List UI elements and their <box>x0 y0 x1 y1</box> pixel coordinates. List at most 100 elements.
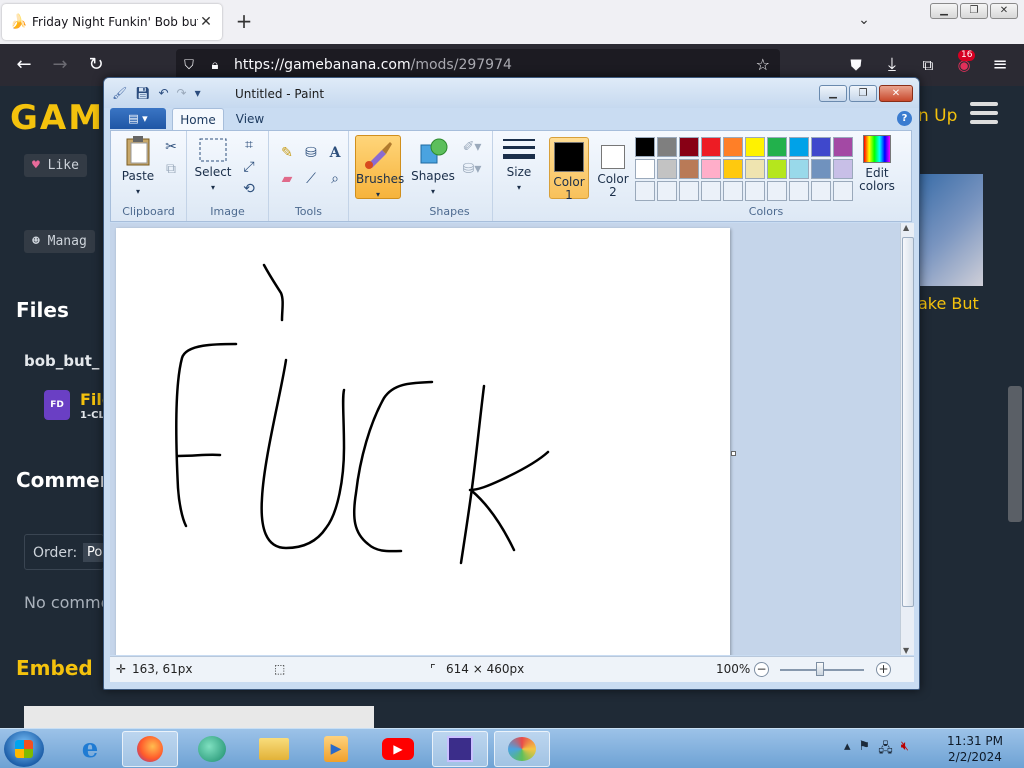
shield-icon[interactable]: ⛉ <box>176 58 202 73</box>
palette-swatch[interactable] <box>811 181 831 201</box>
list-all-tabs-button[interactable]: ⌄ <box>852 12 876 32</box>
palette-swatch[interactable] <box>701 137 721 157</box>
tab-home[interactable]: Home <box>172 108 224 130</box>
palette-swatch[interactable] <box>745 137 765 157</box>
color1-button[interactable]: Color 1 <box>549 137 589 202</box>
app-window-icon[interactable] <box>432 731 488 767</box>
file-name[interactable]: bob_but_ <box>24 352 99 370</box>
palette-swatch[interactable] <box>723 137 743 157</box>
lock-icon[interactable]: 🔒︎ <box>202 58 228 73</box>
browser-tab[interactable]: 🍌 Friday Night Funkin' Bob but W ✕ <box>2 4 222 40</box>
magnifier-icon[interactable]: ⌕ <box>325 169 345 189</box>
paint-app-icon[interactable]: 🖌 <box>112 86 127 100</box>
palette-swatch[interactable] <box>833 137 853 157</box>
brushes-button[interactable]: Brushes ▾ <box>355 135 404 199</box>
crop-icon[interactable]: ⌗ <box>239 135 259 155</box>
paint-minimize-button[interactable]: ▁ <box>819 85 847 102</box>
back-icon[interactable]: ← <box>12 53 36 77</box>
palette-swatch[interactable] <box>657 181 677 201</box>
pocket-icon[interactable]: ⛊ <box>844 53 868 77</box>
help-icon[interactable]: ? <box>897 111 912 126</box>
save-icon[interactable]: 💾︎ <box>135 86 150 100</box>
drawing-canvas[interactable] <box>116 228 730 655</box>
palette-swatch[interactable] <box>679 137 699 157</box>
show-hidden-icons-icon[interactable]: ▴ <box>844 739 851 761</box>
paint-titlebar[interactable]: 🖌 💾︎ ↶ ↷ ▾ Untitled - Paint ▁ ❐ ✕ <box>104 78 919 108</box>
undo-icon[interactable]: ↶ <box>158 86 168 100</box>
hamburger-menu-icon[interactable] <box>970 102 998 128</box>
paint-taskbar-icon[interactable] <box>494 731 550 767</box>
zoom-in-button[interactable]: + <box>876 662 891 677</box>
start-button[interactable] <box>4 731 44 767</box>
palette-swatch[interactable] <box>811 159 831 179</box>
size-button[interactable]: Size ▾ <box>499 137 539 193</box>
resize-icon[interactable]: ⤢ <box>239 157 259 177</box>
canvas-resize-handle[interactable] <box>731 451 736 456</box>
edit-colors-button[interactable]: Edit colors <box>857 133 897 193</box>
close-window-button[interactable]: ✕ <box>990 3 1018 19</box>
manage-button[interactable]: ☻ Manag <box>24 230 95 253</box>
palette-swatch[interactable] <box>657 137 677 157</box>
paint-maximize-button[interactable]: ❐ <box>849 85 877 102</box>
youtube-icon[interactable]: ▶ <box>370 731 426 767</box>
copy-icon[interactable]: ⧉ <box>161 159 181 179</box>
page-scrollbar[interactable] <box>1008 386 1022 522</box>
palette-swatch[interactable] <box>767 137 787 157</box>
palette-swatch[interactable] <box>811 137 831 157</box>
palette-swatch[interactable] <box>635 181 655 201</box>
menu-icon[interactable]: ≡ <box>988 53 1012 77</box>
scroll-up-icon[interactable]: ▲ <box>903 223 909 232</box>
palette-swatch[interactable] <box>635 137 655 157</box>
eraser-icon[interactable]: ▰ <box>277 169 297 189</box>
rotate-icon[interactable]: ⟲ <box>239 179 259 199</box>
canvas-scroll-thumb[interactable] <box>902 237 914 607</box>
palette-swatch[interactable] <box>789 159 809 179</box>
chat-app-icon[interactable] <box>184 731 240 767</box>
maximize-button[interactable]: ❐ <box>960 3 988 19</box>
forward-icon[interactable]: → <box>48 53 72 77</box>
like-button[interactable]: ♥ Like <box>24 154 87 177</box>
signup-link[interactable]: n Up <box>918 106 957 126</box>
palette-swatch[interactable] <box>833 181 853 201</box>
outline-icon[interactable]: ✐▾ <box>459 137 485 157</box>
palette-swatch[interactable] <box>723 159 743 179</box>
tab-view[interactable]: View <box>228 108 272 130</box>
cut-icon[interactable]: ✂ <box>161 137 181 157</box>
shapes-button[interactable]: Shapes ▾ <box>411 135 455 197</box>
palette-swatch[interactable] <box>701 181 721 201</box>
redo-icon[interactable]: ↷ <box>177 86 187 100</box>
action-center-flag-icon[interactable]: ⚑ <box>859 739 871 761</box>
palette-swatch[interactable] <box>701 159 721 179</box>
file-explorer-icon[interactable] <box>246 731 302 767</box>
internet-explorer-icon[interactable]: e <box>62 731 118 767</box>
gamebanana-logo[interactable]: GAM <box>10 98 104 138</box>
palette-swatch[interactable] <box>657 159 677 179</box>
paste-button[interactable]: Paste ▾ <box>119 135 157 197</box>
paint-menu-button[interactable]: ▤ ▾ <box>110 108 166 129</box>
palette-swatch[interactable] <box>833 159 853 179</box>
downloads-icon[interactable]: ⤓ <box>880 53 904 77</box>
palette-swatch[interactable] <box>745 159 765 179</box>
minimize-button[interactable]: ▁ <box>930 3 958 19</box>
shape-fill-icon[interactable]: ⛁▾ <box>459 159 485 179</box>
palette-swatch[interactable] <box>789 137 809 157</box>
firefox-icon[interactable] <box>122 731 178 767</box>
canvas-vertical-scrollbar[interactable]: ▲ ▼ <box>900 223 914 655</box>
zoom-slider-thumb[interactable] <box>816 662 824 676</box>
bookmark-star-icon[interactable]: ☆ <box>756 55 770 74</box>
clock[interactable]: 11:31 PM 2/2/2024 <box>940 733 1010 765</box>
text-tool-icon[interactable]: A <box>325 143 345 163</box>
zoom-out-button[interactable]: − <box>754 662 769 677</box>
select-button[interactable]: Select ▾ <box>193 137 233 193</box>
fill-icon[interactable]: ⛁ <box>301 143 321 163</box>
customize-qat-icon[interactable]: ▾ <box>195 86 201 100</box>
scroll-down-icon[interactable]: ▼ <box>903 646 909 655</box>
mod-thumbnail[interactable] <box>920 174 983 286</box>
palette-swatch[interactable] <box>767 181 787 201</box>
close-tab-icon[interactable]: ✕ <box>198 14 214 30</box>
palette-swatch[interactable] <box>679 159 699 179</box>
pencil-icon[interactable]: ✎ <box>277 143 297 163</box>
palette-swatch[interactable] <box>723 181 743 201</box>
network-icon[interactable]: 🖧︎ <box>878 739 893 761</box>
media-player-icon[interactable]: ▶ <box>308 731 364 767</box>
